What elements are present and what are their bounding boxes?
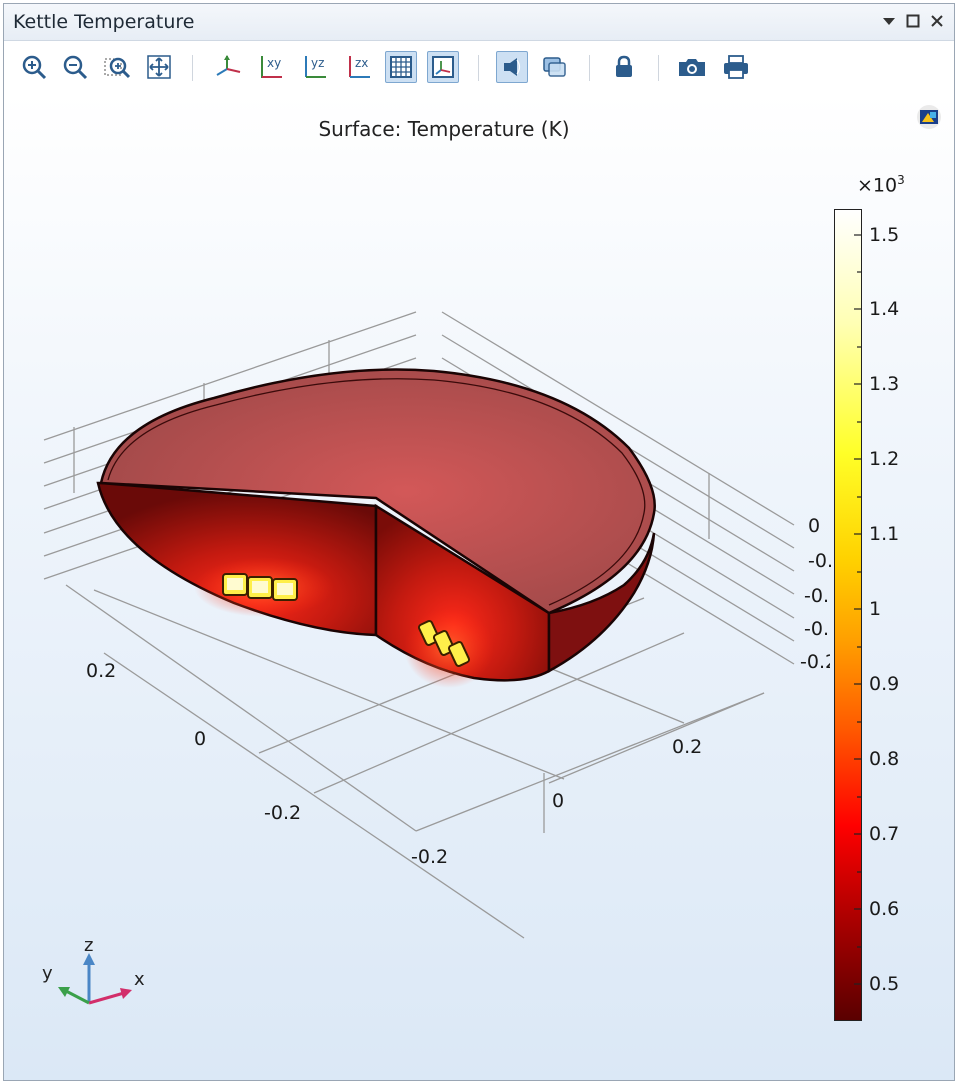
toolbar-separator — [478, 55, 479, 81]
triad-y-label: y — [42, 963, 53, 984]
image-snapshot-button[interactable] — [676, 51, 708, 83]
zoom-extents-button[interactable] — [143, 51, 175, 83]
title-bar: Kettle Temperature — [4, 4, 954, 41]
zoom-in-icon — [22, 55, 47, 80]
show-grid-button[interactable] — [385, 51, 417, 83]
toolbar-separator — [658, 55, 659, 81]
scene-light-icon — [504, 58, 521, 76]
zoom-extents-icon — [147, 55, 171, 79]
print-button[interactable] — [720, 51, 752, 83]
axis-tick-label: 0.2 — [86, 660, 117, 682]
axis-tick-label: 0 — [808, 515, 821, 537]
transparency-icon — [543, 57, 566, 77]
graphics-toolbar: xy yz zx — [4, 41, 954, 93]
zoom-box-icon — [104, 57, 131, 79]
go-to-default-view-icon — [216, 55, 241, 76]
colorbar-tick-label: 0.7 — [869, 823, 900, 845]
colorbar-tick-label: 0.6 — [869, 898, 900, 920]
axis-tick-label: -0.2 — [264, 802, 302, 824]
zx-view-icon: zx — [349, 56, 370, 78]
triad-x-label: x — [134, 969, 145, 990]
colorbar-tick-label: 1 — [869, 598, 882, 620]
colorbar-tick-label: 1.4 — [869, 298, 900, 320]
scene-light-button[interactable] — [496, 51, 528, 83]
zoom-out-icon — [63, 55, 88, 80]
axis-tick-label: 0 — [194, 728, 207, 750]
zx-view-button[interactable]: zx — [344, 51, 376, 83]
default-view-button[interactable] — [212, 51, 244, 83]
colorbar-tick-label: 1.2 — [869, 448, 900, 470]
graphics-canvas[interactable]: Surface: Temperature (K) 0.2 0 -0.2 0.2 … — [4, 93, 954, 1080]
yz-view-button[interactable]: yz — [300, 51, 332, 83]
colorbar-tick-label: 1.3 — [869, 373, 900, 395]
colorbar-tick-label: 0.9 — [869, 673, 900, 695]
svg-text:xy: xy — [267, 56, 281, 70]
axis-tick-label: -0.1 — [804, 618, 830, 640]
triad-z-label: z — [84, 935, 94, 956]
axis-tick-label: -0. — [804, 585, 829, 607]
colorbar-tick-label: 0.5 — [869, 973, 900, 995]
window-title: Kettle Temperature — [13, 11, 195, 33]
axis-tick-label: -0. — [808, 550, 833, 572]
close-icon[interactable] — [926, 10, 948, 32]
colorbar-tick-label: 1.5 — [869, 224, 900, 246]
zoom-in-button[interactable] — [18, 51, 50, 83]
image-snapshot-icon — [679, 59, 705, 76]
zoom-box-button[interactable] — [101, 51, 133, 83]
show-axis-orientation-icon — [432, 56, 454, 78]
xy-view-button[interactable]: xy — [256, 51, 288, 83]
colorbar-tick-label: 1.1 — [869, 523, 900, 545]
lock-camera-icon — [616, 55, 632, 77]
axis-tick-label: 0.2 — [672, 736, 703, 758]
toolbar-separator — [192, 55, 193, 81]
print-icon — [724, 55, 748, 79]
colorbar-tick-label: 0.8 — [869, 748, 900, 770]
graphics-window: Kettle Temperature xy yz zx Surface: Tem… — [3, 3, 955, 1081]
yz-view-icon: yz — [305, 56, 326, 78]
lock-camera-button[interactable] — [608, 51, 640, 83]
axis-tick-label: 0 — [552, 790, 565, 812]
svg-text:yz: yz — [311, 56, 324, 70]
colorbar-ticks — [854, 234, 862, 985]
axis-orientation-button[interactable] — [427, 51, 459, 83]
axis-tick-label: -0.2 — [411, 846, 449, 868]
show-grid-icon — [390, 56, 412, 78]
zoom-out-button[interactable] — [59, 51, 91, 83]
transparency-button[interactable] — [538, 51, 570, 83]
toolbar-separator — [589, 55, 590, 81]
axis-tick-label: -0.2 — [800, 651, 830, 673]
xy-view-icon: xy — [261, 56, 282, 78]
colorbar-multiplier: ×103 — [857, 173, 905, 197]
maximize-icon[interactable] — [902, 10, 924, 32]
svg-text:zx: zx — [355, 56, 368, 70]
dropdown-arrow-icon[interactable] — [878, 10, 900, 32]
